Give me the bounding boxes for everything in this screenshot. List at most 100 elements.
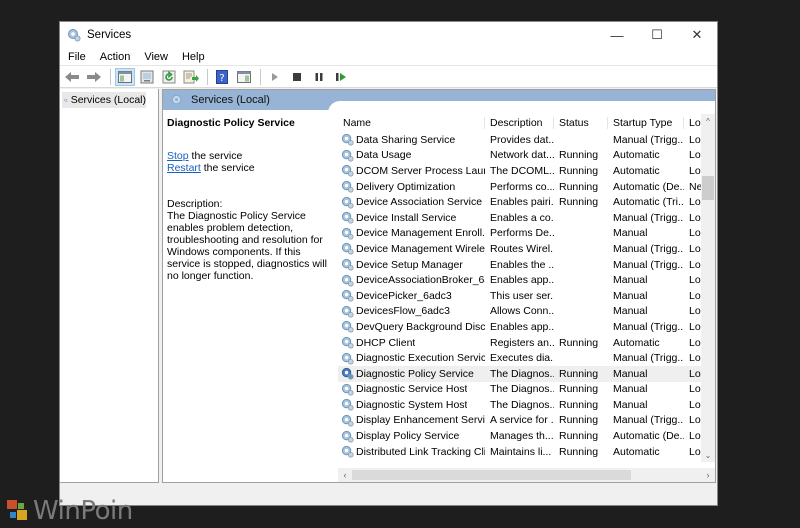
cell-description: Maintains li... [490, 445, 552, 458]
vertical-scroll-thumb[interactable] [702, 176, 714, 200]
table-row[interactable]: Device Setup Manager Enables the ... Man… [338, 257, 715, 273]
status-bar [60, 483, 717, 505]
table-row[interactable]: Delivery Optimization Performs co... Run… [338, 179, 715, 195]
forward-button[interactable] [84, 68, 104, 86]
cell-status: Running [559, 383, 599, 396]
cell-description: The Diagnos... [490, 398, 554, 411]
cell-description: This user ser... [490, 289, 554, 302]
scroll-left-icon[interactable]: ‹ [338, 470, 352, 480]
table-row[interactable]: Data Sharing Service Provides dat... Man… [338, 132, 715, 148]
refresh-button[interactable] [159, 68, 179, 86]
console-tree-icon [118, 70, 132, 83]
restart-service-link[interactable]: Restart [167, 162, 201, 174]
horizontal-scrollbar[interactable]: ‹ › [338, 468, 715, 482]
menu-view[interactable]: View [137, 51, 175, 63]
column-header-status[interactable]: Status [554, 117, 608, 129]
table-row[interactable]: DevicesFlow_6adc3 Allows Conn... Manual … [338, 304, 715, 320]
pause-service-button[interactable] [309, 68, 329, 86]
table-row[interactable]: Device Association Service Enables pairi… [338, 194, 715, 210]
service-description: The Diagnostic Policy Service enables pr… [167, 210, 327, 282]
restart-service-button[interactable] [331, 68, 351, 86]
cell-startup-type: Manual [613, 383, 648, 396]
column-header-description[interactable]: Description [485, 117, 554, 129]
column-header-startup-type[interactable]: Startup Type [608, 117, 684, 129]
table-row[interactable]: DHCP Client Registers an... Running Auto… [338, 335, 715, 351]
vertical-scrollbar[interactable]: ^ ⌄ [701, 114, 715, 462]
column-header-name[interactable]: Name [338, 117, 485, 129]
cell-name: Device Management Enroll... [338, 227, 485, 240]
scroll-up-icon[interactable]: ^ [701, 114, 715, 128]
show-hide-action-pane-button[interactable] [234, 68, 254, 86]
menu-bar: File Action View Help [60, 48, 717, 66]
restart-suffix: the service [200, 162, 255, 174]
start-service-button[interactable] [265, 68, 285, 86]
service-name: DHCP Client [356, 336, 416, 349]
table-row[interactable]: Display Enhancement Service A service fo… [338, 413, 715, 429]
services-list: ^ Name Description Status Startup Type L… [338, 114, 715, 462]
table-row[interactable]: DeviceAssociationBroker_6a... Enables ap… [338, 272, 715, 288]
content-area: Services (Local) Services (Local) Diagno… [60, 89, 717, 501]
svg-text:?: ? [219, 73, 224, 84]
minimize-button[interactable]: — [597, 22, 637, 48]
table-row[interactable]: Diagnostic System Host The Diagnos... Ru… [338, 397, 715, 413]
table-row[interactable]: Diagnostic Policy Service The Diagnos...… [338, 365, 715, 382]
action-pane-icon [237, 70, 251, 83]
menu-action[interactable]: Action [93, 51, 138, 63]
tree-item-services-local[interactable]: Services (Local) [62, 92, 146, 108]
service-gear-icon [341, 430, 354, 443]
restart-line: Restart the service [167, 162, 335, 174]
cell-startup-type: Automatic [613, 149, 660, 162]
services-gear-icon [68, 29, 81, 42]
services-window: Services — ☐ ✕ File Action View Help ? S… [59, 21, 718, 506]
export-list-button[interactable] [181, 68, 201, 86]
refresh-icon [162, 70, 176, 83]
service-name: DevicePicker_6adc3 [356, 289, 452, 302]
help-button[interactable]: ? [212, 68, 232, 86]
table-row[interactable]: Device Install Service Enables a co... M… [338, 210, 715, 226]
table-row[interactable]: Device Management Enroll... Performs De.… [338, 226, 715, 242]
stop-service-button[interactable] [287, 68, 307, 86]
service-name: Diagnostic Service Host [356, 383, 468, 396]
table-row[interactable]: Data Usage Network dat... Running Automa… [338, 148, 715, 164]
cell-startup-type: Manual (Trigg... [613, 242, 684, 255]
stop-line: Stop the service [167, 150, 335, 162]
table-row[interactable]: Display Policy Service Manages th... Run… [338, 428, 715, 444]
service-gear-icon [341, 212, 354, 224]
cell-description: The Diagnos... [490, 383, 554, 396]
table-row[interactable]: Distributed Link Tracking Cli... Maintai… [338, 444, 715, 460]
table-row[interactable]: DCOM Server Process Launc... The DCOML..… [338, 163, 715, 179]
back-arrow-icon [65, 71, 79, 82]
scroll-right-icon[interactable]: › [701, 470, 715, 480]
table-row[interactable]: DevQuery Background Disc... Enables app.… [338, 319, 715, 335]
cell-status: Running [559, 196, 599, 209]
horizontal-scroll-thumb[interactable] [352, 470, 631, 480]
properties-button[interactable] [137, 68, 157, 86]
menu-file[interactable]: File [61, 51, 93, 63]
cell-name: Device Setup Manager [338, 258, 485, 271]
cell-name: Device Management Wireles... [338, 242, 485, 255]
cell-status: Running [559, 149, 599, 162]
table-row[interactable]: Diagnostic Service Host The Diagnos... R… [338, 382, 715, 398]
maximize-button[interactable]: ☐ [637, 22, 677, 48]
cell-description: The Diagnos... [490, 367, 554, 380]
cell-description: Enables the ... [490, 258, 554, 271]
cell-name: Device Install Service [338, 211, 485, 224]
cell-status: Running [559, 445, 599, 458]
stop-service-link[interactable]: Stop [167, 150, 189, 162]
back-button[interactable] [62, 68, 82, 86]
service-gear-icon [341, 305, 354, 318]
table-row[interactable]: Device Management Wireles... Routes Wire… [338, 241, 715, 257]
service-gear-icon [341, 399, 354, 411]
menu-help[interactable]: Help [175, 51, 212, 63]
cell-name: Device Association Service [338, 196, 485, 209]
close-button[interactable]: ✕ [677, 22, 717, 48]
show-hide-console-tree-button[interactable] [115, 67, 135, 86]
sort-ascending-icon: ^ [408, 114, 412, 118]
service-name: Delivery Optimization [356, 180, 456, 193]
scroll-down-icon[interactable]: ⌄ [701, 448, 715, 462]
service-gear-icon [341, 149, 354, 162]
cell-description: Provides dat... [490, 133, 554, 146]
table-row[interactable]: Diagnostic Execution Service Executes di… [338, 350, 715, 366]
service-name: Data Sharing Service [356, 133, 456, 146]
table-row[interactable]: DevicePicker_6adc3 This user ser... Manu… [338, 288, 715, 304]
